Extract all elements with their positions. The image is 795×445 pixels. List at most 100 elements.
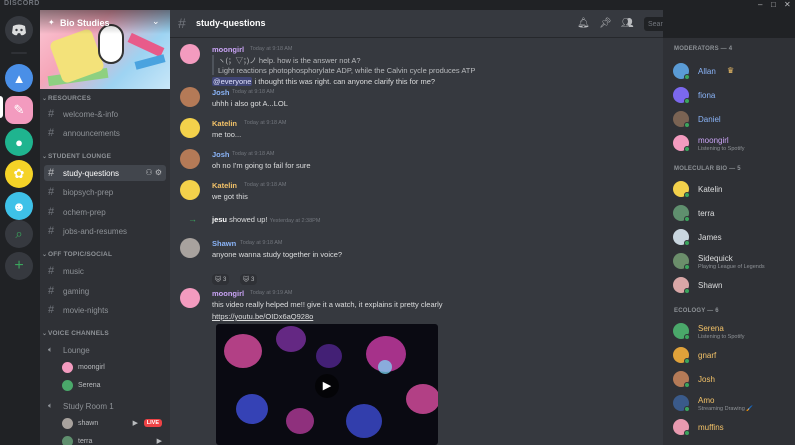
play-icon[interactable]: ▶	[315, 374, 339, 398]
member[interactable]: gnarf	[673, 344, 791, 366]
member[interactable]: Josh	[673, 368, 791, 390]
avatar[interactable]	[180, 149, 200, 169]
message-author[interactable]: Katelin	[212, 119, 237, 128]
member-list-icon[interactable]: 👥︎	[621, 18, 634, 29]
server-icon-3[interactable]: ●	[5, 128, 33, 156]
text-channel-icon: #	[48, 304, 55, 316]
minimize-icon[interactable]: –	[758, 0, 762, 9]
avatar[interactable]	[180, 44, 200, 64]
avatar[interactable]	[180, 288, 200, 308]
server-icon-bio-studies[interactable]: ✎	[5, 96, 33, 124]
online-status	[684, 74, 690, 80]
member[interactable]: Katelin	[673, 178, 791, 200]
voice-user-name: Serena	[78, 382, 101, 389]
member-category: MOLECULAR BIO — 5	[674, 166, 741, 172]
join-arrow-icon: →	[188, 214, 197, 224]
channel-label: gaming	[63, 287, 90, 296]
discord-app: DISCORD – □ ✕ ▲ ✎ ● ✿ ☻ ⌕ + ✦ Bio Studie…	[0, 0, 795, 445]
voice-user[interactable]: moongirl	[62, 361, 166, 375]
message-timestamp: Today at 9:18 AM	[232, 89, 275, 95]
member[interactable]: Daniel	[673, 108, 791, 130]
message-author[interactable]: moongirl	[212, 289, 244, 298]
channel-gaming[interactable]: # gaming	[44, 283, 166, 299]
member[interactable]: muffins	[673, 416, 791, 438]
category-label: VOICE CHANNELS	[48, 330, 109, 337]
member-name: fiona	[698, 91, 716, 100]
message-timestamp: Today at 9:18 AM	[244, 182, 287, 188]
search-input[interactable]	[644, 17, 663, 31]
category-voice-channels[interactable]: ⌄ VOICE CHANNELS	[40, 329, 170, 339]
member[interactable]: Amo Streaming Drawing 🖌️	[673, 392, 791, 414]
category-off-topic[interactable]: ⌄ OFF TOPIC/SOCIAL	[40, 250, 170, 260]
online-status	[684, 146, 690, 152]
message-author[interactable]: moongirl	[212, 45, 244, 54]
text-channel-icon: #	[48, 127, 55, 139]
speaker-icon: 🔈︎	[48, 401, 53, 410]
voice-channel-lounge[interactable]: 🔈︎ Lounge	[44, 342, 166, 358]
avatar[interactable]	[180, 180, 200, 200]
channel-label: announcements	[63, 129, 120, 138]
message-author[interactable]: Josh	[212, 150, 230, 159]
avatar[interactable]	[180, 87, 200, 107]
message-author[interactable]: Katelin	[212, 181, 237, 190]
pin-icon[interactable]: 📌︎	[599, 18, 612, 29]
voice-user[interactable]: Serena	[62, 379, 166, 393]
channel-settings-icon[interactable]: ⚇ ⚙	[145, 168, 162, 177]
voice-channel-study-room[interactable]: 🔈︎ Study Room 1	[44, 398, 166, 414]
avatar[interactable]	[180, 238, 200, 258]
category-student-lounge[interactable]: ⌄ STUDENT LOUNGE	[40, 152, 170, 162]
message-author[interactable]: Shawn	[212, 239, 236, 248]
channel-announcements[interactable]: # announcements	[44, 125, 166, 141]
member[interactable]: Allan ♛	[673, 60, 791, 82]
discord-home-icon[interactable]	[5, 16, 33, 44]
channel-jobs-and-resumes[interactable]: # jobs-and-resumes	[44, 223, 166, 239]
message-text: @everyone i thought this was right. can …	[212, 77, 436, 86]
member-name: Shawn	[698, 281, 723, 290]
reaction[interactable]: 🐱︎ 3	[240, 274, 258, 285]
voice-user[interactable]: terra ▶	[62, 435, 166, 445]
member[interactable]: terra	[673, 202, 791, 224]
channel-label: study-questions	[63, 169, 120, 178]
cat-emoji-icon: 🐱︎	[215, 277, 222, 283]
voice-user[interactable]: shawn ▶ LIVE	[62, 417, 166, 431]
message-author[interactable]: Josh	[212, 88, 230, 97]
video-embed[interactable]: ▶	[216, 324, 438, 445]
video-link[interactable]: https://youtu.be/OIDx6aQ928o	[212, 312, 313, 321]
explore-icon[interactable]: ⌕	[5, 220, 33, 248]
member[interactable]: James	[673, 226, 791, 248]
member[interactable]: Sidequick Playing League of Legends	[673, 250, 791, 272]
server-icon-5[interactable]: ☻	[5, 192, 33, 220]
everyone-mention[interactable]: @everyone	[212, 77, 253, 86]
crown-icon: ♛	[727, 66, 735, 75]
close-icon[interactable]: ✕	[784, 0, 791, 9]
channel-music[interactable]: # music	[44, 263, 166, 279]
voice-channel-label: Lounge	[63, 346, 90, 355]
app-brand: DISCORD	[4, 0, 40, 7]
channel-biopsych-prep[interactable]: # biopsych-prep	[44, 184, 166, 200]
bell-icon[interactable]: 🔔︎	[577, 18, 590, 29]
server-name: Bio Studies	[60, 18, 110, 28]
member[interactable]: Shawn	[673, 274, 791, 296]
add-server-icon[interactable]: +	[5, 252, 33, 280]
channel-ochem-prep[interactable]: # ochem-prep	[44, 204, 166, 220]
member[interactable]: fiona	[673, 84, 791, 106]
member-category: MODERATORS — 4	[674, 46, 733, 52]
member[interactable]: moongirl Listening to Spotify	[673, 132, 791, 154]
member[interactable]: Serena Listening to Spotify	[673, 320, 791, 342]
online-status	[684, 98, 690, 104]
channel-movie-nights[interactable]: # movie-nights	[44, 302, 166, 318]
channel-welcome[interactable]: # welcome-&-info	[44, 106, 166, 122]
server-icon-1[interactable]: ▲	[5, 64, 33, 92]
chevron-down-icon[interactable]: ⌄	[152, 16, 160, 27]
category-resources[interactable]: ⌄ RESOURCES	[40, 94, 170, 104]
maximize-icon[interactable]: □	[771, 0, 776, 9]
server-banner[interactable]: ✦ Bio Studies ⌄	[40, 10, 170, 89]
category-label: RESOURCES	[48, 95, 91, 102]
avatar[interactable]	[180, 118, 200, 138]
text-channel-icon: #	[48, 225, 55, 237]
online-status	[684, 334, 690, 340]
server-icon-4[interactable]: ✿	[5, 160, 33, 188]
channel-study-questions[interactable]: # study-questions ⚇ ⚙	[44, 165, 166, 181]
reaction[interactable]: 🐱︎ 3	[212, 274, 230, 285]
system-text: jesu showed up! Yesterday at 2:38PM	[212, 215, 321, 224]
